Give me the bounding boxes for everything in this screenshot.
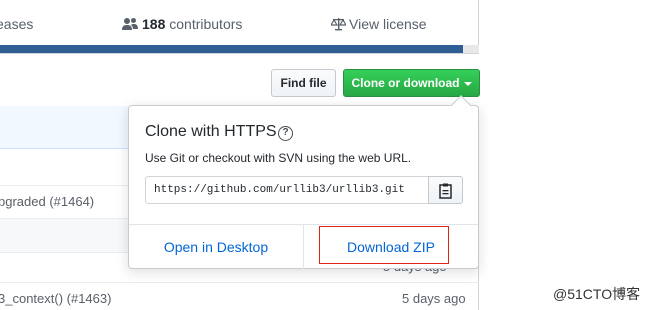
dropdown-arrow: [451, 95, 471, 115]
commit-age: 5 days ago: [402, 291, 466, 306]
license-link[interactable]: View license: [329, 16, 427, 32]
commit-message[interactable]: pgraded (#1464): [0, 194, 94, 209]
clone-or-download-label: Clone or download: [351, 76, 460, 90]
language-bar-other: [463, 45, 479, 53]
caret-down-icon: [463, 81, 472, 86]
question-circle-icon[interactable]: ?: [278, 126, 293, 141]
law-scale-icon: [329, 18, 348, 31]
clone-dropdown-footer: Open in Desktop Download ZIP: [129, 224, 478, 269]
license-label: View license: [349, 16, 427, 32]
contributors-label: contributors: [169, 16, 243, 32]
contributors-count: 188: [142, 16, 166, 32]
releases-link[interactable]: eases: [0, 16, 33, 32]
open-in-desktop-button[interactable]: Open in Desktop: [129, 225, 304, 269]
file-row[interactable]: 3_context() (#1463) 5 days ago: [0, 283, 479, 310]
language-bar: [0, 45, 463, 53]
clone-or-download-button[interactable]: Clone or download: [343, 69, 480, 97]
people-icon: [122, 18, 138, 30]
clipboard-icon: [439, 183, 452, 199]
download-zip-highlight: [319, 226, 449, 264]
clone-description: Use Git or checkout with SVN using the w…: [145, 151, 412, 165]
contributors-link[interactable]: 188 contributors: [122, 16, 242, 32]
clone-url-input[interactable]: [145, 176, 429, 204]
repo-summary: eases 188 contributors View license: [0, 0, 479, 54]
find-file-button[interactable]: Find file: [271, 69, 336, 97]
clone-title: Clone with HTTPS: [145, 123, 277, 140]
watermark: @51CTO博客: [553, 286, 641, 302]
copy-url-button[interactable]: [428, 176, 463, 204]
commit-message[interactable]: 3_context() (#1463): [0, 291, 111, 306]
clone-dropdown: Clone with HTTPS ? Use Git or checkout w…: [128, 95, 479, 269]
